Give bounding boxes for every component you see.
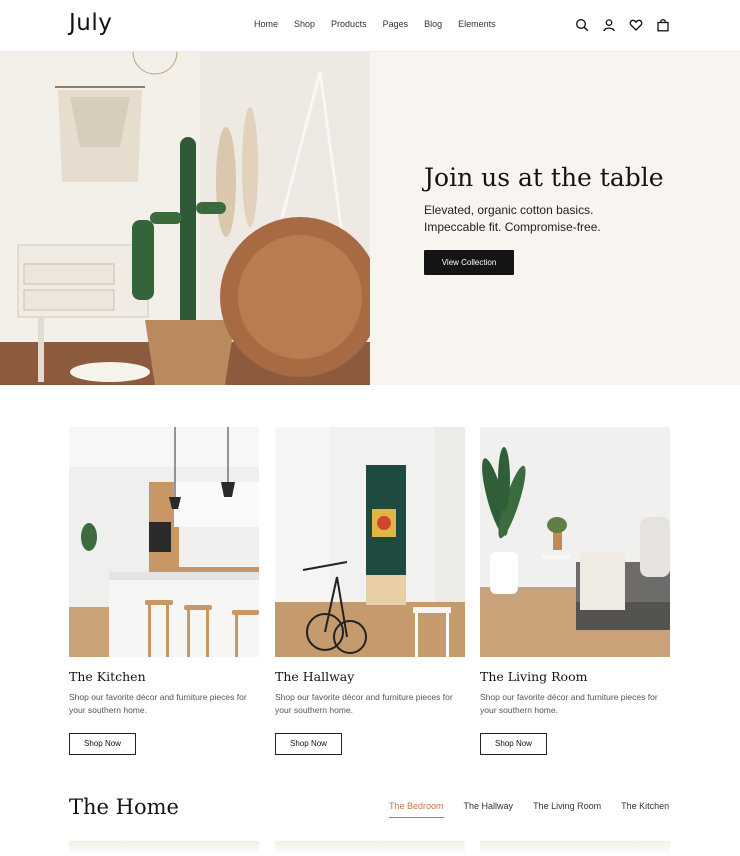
card-title: The Hallway [275,669,355,684]
hero-image [0,52,370,385]
hero-panel: Join us at the table Elevated, organic c… [370,52,740,385]
home-tabs: The Bedroom The Hallway The Living Room … [389,801,669,818]
shop-now-button[interactable]: Shop Now [275,733,342,755]
user-icon[interactable] [602,18,616,32]
card-title: The Living Room [480,669,588,684]
site-logo[interactable]: July [69,10,112,36]
card-kitchen: The Kitchen Shop our favorite décor and … [69,427,259,755]
shop-now-button[interactable]: Shop Now [480,733,547,755]
hero-subtitle: Elevated, organic cotton basics. Impecca… [424,202,601,236]
nav-blog[interactable]: Blog [424,19,442,29]
hero-subtitle-line-2: Impeccable fit. Compromise-free. [424,220,601,234]
tab-living-room[interactable]: The Living Room [533,801,601,818]
nav-pages[interactable]: Pages [383,19,409,29]
kitchen-image[interactable] [69,427,259,657]
nav-home[interactable]: Home [254,19,278,29]
view-collection-button[interactable]: View Collection [424,250,514,275]
hero-subtitle-line-1: Elevated, organic cotton basics. [424,203,594,217]
nav-shop[interactable]: Shop [294,19,315,29]
section-title: The Home [69,795,179,819]
heart-icon[interactable] [629,18,643,32]
tab-kitchen[interactable]: The Kitchen [621,801,669,818]
tab-hallway[interactable]: The Hallway [464,801,514,818]
site-header: July Home Shop Products Pages Blog Eleme… [0,0,740,52]
hero-title: Join us at the table [424,163,664,192]
card-description: Shop our favorite décor and furniture pi… [275,692,453,715]
nav-elements[interactable]: Elements [458,19,496,29]
main-nav: Home Shop Products Pages Blog Elements [254,19,512,29]
search-icon[interactable] [575,18,589,32]
card-description: Shop our favorite décor and furniture pi… [480,692,658,715]
living-room-image[interactable] [480,427,670,657]
card-living-room: The Living Room Shop our favorite décor … [480,427,670,755]
card-hallway: The Hallway Shop our favorite décor and … [275,427,465,755]
product-thumbnail[interactable] [275,841,465,856]
tab-bedroom[interactable]: The Bedroom [389,801,444,818]
product-thumbnail[interactable] [69,841,259,856]
card-title: The Kitchen [69,669,146,684]
card-description: Shop our favorite décor and furniture pi… [69,692,247,715]
shop-now-button[interactable]: Shop Now [69,733,136,755]
header-icons [575,18,670,32]
bag-icon[interactable] [656,18,670,32]
hallway-image[interactable] [275,427,465,657]
product-thumbnail[interactable] [480,841,670,856]
nav-products[interactable]: Products [331,19,367,29]
